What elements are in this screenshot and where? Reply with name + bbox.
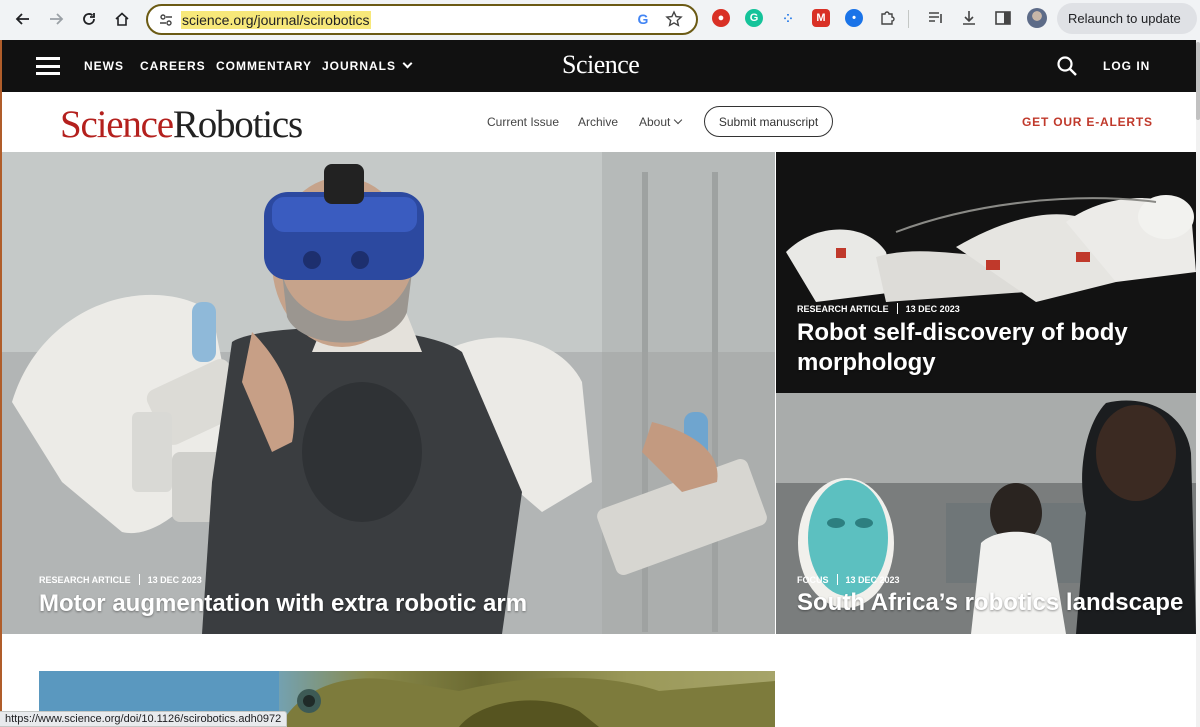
featured-side1-title[interactable]: Robot self-discovery of body morphology: [797, 318, 1167, 378]
meta-divider: [138, 574, 140, 585]
featured-side-card-1[interactable]: RESEARCH ARTICLE 13 DEC 2023 Robot self-…: [776, 152, 1196, 393]
url-text[interactable]: science.org/journal/scirobotics: [181, 11, 371, 29]
google-lens-icon[interactable]: G: [634, 11, 652, 29]
site-settings-icon[interactable]: [158, 12, 174, 28]
mendeley-extension-icon[interactable]: M: [812, 9, 830, 27]
nav-news[interactable]: NEWS: [84, 59, 124, 73]
chevron-down-icon: [402, 58, 413, 69]
relaunch-label: Relaunch to update: [1068, 11, 1181, 26]
article-type: RESEARCH ARTICLE: [797, 303, 889, 314]
journal-logo-science: Science: [60, 103, 174, 146]
nav-journals[interactable]: JOURNALS: [322, 58, 413, 73]
featured-side2-title[interactable]: South Africa’s robotics landscape: [797, 589, 1183, 617]
journal-header: ScienceRobotics Current Issue Archive Ab…: [2, 92, 1196, 152]
get-e-alerts-link[interactable]: GET OUR E-ALERTS: [1022, 115, 1153, 129]
meta-divider: [896, 303, 898, 314]
link-status-bar: https://www.science.org/doi/10.1126/scir…: [0, 711, 288, 727]
browser-toolbar: science.org/journal/scirobotics G ● G ⁘ …: [0, 0, 1200, 40]
bookmark-star-icon[interactable]: [665, 10, 683, 28]
featured-main-meta: RESEARCH ARTICLE 13 DEC 2023: [39, 574, 202, 585]
submit-manuscript-label: Submit manuscript: [718, 114, 819, 129]
journal-logo[interactable]: ScienceRobotics: [60, 102, 303, 147]
chevron-down-icon: [674, 115, 683, 125]
back-icon[interactable]: [12, 8, 34, 30]
reload-icon[interactable]: [78, 8, 100, 30]
science-logo[interactable]: Science: [562, 50, 640, 80]
menu-hamburger-icon[interactable]: [36, 57, 60, 75]
media-controls-icon[interactable]: [927, 9, 945, 27]
grammarly-extension-icon[interactable]: G: [745, 9, 763, 27]
journal-logo-robotics: Robotics: [172, 103, 303, 146]
featured-side1-meta: RESEARCH ARTICLE 13 DEC 2023: [797, 303, 960, 314]
login-link[interactable]: LOG IN: [1103, 59, 1150, 73]
nav-about-label: About: [639, 115, 671, 129]
article-type: RESEARCH ARTICLE: [39, 574, 131, 585]
featured-main-card[interactable]: RESEARCH ARTICLE 13 DEC 2023 Motor augme…: [2, 152, 775, 634]
nav-careers[interactable]: CAREERS: [140, 59, 206, 73]
status-url: https://www.science.org/doi/10.1126/scir…: [5, 713, 282, 725]
download-icon[interactable]: [960, 9, 978, 27]
nav-about[interactable]: About: [639, 115, 683, 129]
profile-avatar[interactable]: [1027, 8, 1047, 28]
address-bar[interactable]: science.org/journal/scirobotics G: [146, 4, 698, 35]
site-top-nav: NEWS CAREERS COMMENTARY JOURNALS Science…: [2, 40, 1196, 92]
featured-side-card-2[interactable]: FOCUS 13 DEC 2023 South Africa’s robotic…: [776, 393, 1196, 634]
relaunch-button[interactable]: Relaunch to update: [1057, 3, 1197, 34]
article-date: 13 DEC 2023: [845, 574, 900, 585]
nav-commentary[interactable]: COMMENTARY: [216, 59, 312, 73]
adblock-extension-icon[interactable]: ●: [712, 9, 730, 27]
nav-journals-label: JOURNALS: [322, 59, 397, 73]
article-type: FOCUS: [797, 574, 829, 585]
extensions-puzzle-icon[interactable]: [878, 9, 896, 27]
forward-icon[interactable]: [45, 8, 67, 30]
side-panel-icon[interactable]: [994, 9, 1012, 27]
home-icon[interactable]: [111, 8, 133, 30]
article-date: 13 DEC 2023: [905, 303, 960, 314]
page-scrollbar[interactable]: [1196, 40, 1200, 727]
search-icon[interactable]: [1056, 55, 1078, 77]
toolbar-separator: [908, 10, 909, 28]
submit-manuscript-button[interactable]: Submit manuscript: [704, 106, 833, 137]
bitwarden-extension-icon[interactable]: •: [845, 9, 863, 27]
featured-side2-meta: FOCUS 13 DEC 2023: [797, 574, 900, 585]
featured-main-image: [2, 152, 775, 634]
meta-divider: [836, 574, 838, 585]
featured-main-title[interactable]: Motor augmentation with extra robotic ar…: [39, 590, 527, 618]
scrollbar-thumb[interactable]: [1196, 42, 1200, 120]
nav-archive[interactable]: Archive: [578, 115, 618, 129]
tiles-extension-icon[interactable]: ⁘: [779, 9, 797, 27]
article-date: 13 DEC 2023: [147, 574, 202, 585]
nav-current-issue[interactable]: Current Issue: [487, 115, 559, 129]
